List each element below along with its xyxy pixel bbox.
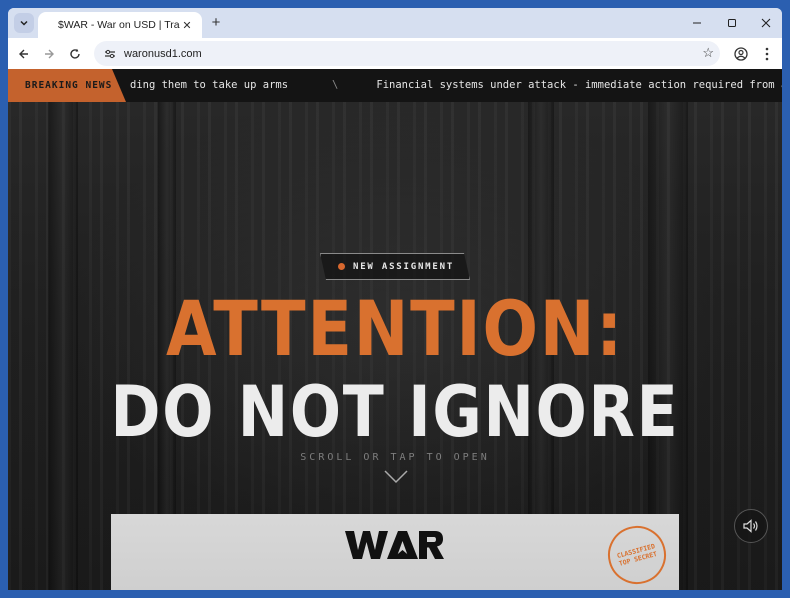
new-tab-button[interactable]: + bbox=[208, 15, 224, 31]
chevron-down-icon[interactable] bbox=[384, 470, 408, 484]
arrow-right-icon bbox=[45, 49, 54, 59]
url-text: waronusd1.com bbox=[124, 47, 202, 60]
headline-do-not-ignore: DO NOT IGNORE bbox=[110, 371, 680, 453]
ticker-item-1: ding them to take up arms bbox=[130, 79, 289, 91]
badge-text: NEW ASSIGNMENT bbox=[353, 261, 455, 272]
breaking-news-text: BREAKING NEWS bbox=[25, 80, 113, 91]
kebab-menu-icon bbox=[765, 47, 769, 61]
minimize-button[interactable] bbox=[688, 14, 706, 32]
status-dot-icon bbox=[338, 263, 345, 270]
classified-document-card[interactable]: CLASSIFIED TOP SECRET bbox=[111, 514, 679, 590]
ticker-item-2: Financial systems under attack - immedia… bbox=[376, 79, 782, 91]
ticker-text: ding them to take up arms \ Financial syst… bbox=[130, 79, 782, 91]
tab-close-icon[interactable]: ✕ bbox=[180, 18, 194, 32]
minimize-icon bbox=[693, 22, 701, 24]
arrow-left-icon bbox=[19, 49, 28, 59]
ticker-separator: \ bbox=[332, 79, 339, 91]
headline-attention: ATTENTION: bbox=[165, 284, 625, 373]
scroll-hint: SCROLL OR TAP TO OPEN bbox=[300, 452, 490, 463]
browser-toolbar: waronusd1.com ☆ bbox=[8, 38, 782, 69]
browser-menu-button[interactable] bbox=[757, 44, 777, 64]
close-icon bbox=[761, 18, 771, 28]
reload-icon bbox=[70, 48, 80, 59]
maximize-button[interactable] bbox=[723, 14, 741, 32]
tab-strip: $WAR - War on USD | Trade USD ✕ + bbox=[8, 8, 782, 38]
new-assignment-badge: NEW ASSIGNMENT bbox=[320, 253, 470, 280]
hero-section[interactable]: NEW ASSIGNMENT ATTENTION: DO NOT IGNORE … bbox=[8, 102, 782, 590]
web-page: BREAKING NEWS ding them to take up arms \… bbox=[8, 69, 782, 590]
profile-icon bbox=[734, 47, 748, 61]
close-window-button[interactable] bbox=[757, 14, 775, 32]
classified-stamp: CLASSIFIED TOP SECRET bbox=[601, 519, 673, 590]
back-button[interactable] bbox=[14, 44, 34, 64]
reload-button[interactable] bbox=[65, 44, 85, 64]
breaking-news-ticker: BREAKING NEWS ding them to take up arms \… bbox=[8, 69, 782, 102]
profile-button[interactable] bbox=[731, 44, 751, 64]
forward-button[interactable] bbox=[39, 44, 59, 64]
speaker-icon bbox=[743, 519, 758, 533]
bookmark-star-icon[interactable]: ☆ bbox=[702, 45, 714, 61]
stamp-text: CLASSIFIED TOP SECRET bbox=[616, 542, 658, 568]
sound-toggle-button[interactable] bbox=[734, 509, 768, 543]
tab-title: $WAR - War on USD | Trade USD bbox=[58, 19, 180, 31]
address-bar[interactable]: waronusd1.com ☆ bbox=[94, 41, 720, 66]
chevron-down-icon bbox=[20, 20, 28, 26]
browser-window: $WAR - War on USD | Trade USD ✕ + waronu… bbox=[8, 8, 782, 590]
tab-search-button[interactable] bbox=[14, 13, 34, 33]
tab-active[interactable]: $WAR - War on USD | Trade USD ✕ bbox=[38, 12, 202, 38]
war-logo bbox=[345, 531, 444, 559]
maximize-icon bbox=[728, 19, 736, 27]
tune-icon[interactable] bbox=[104, 48, 116, 60]
breaking-news-label: BREAKING NEWS bbox=[8, 69, 126, 102]
